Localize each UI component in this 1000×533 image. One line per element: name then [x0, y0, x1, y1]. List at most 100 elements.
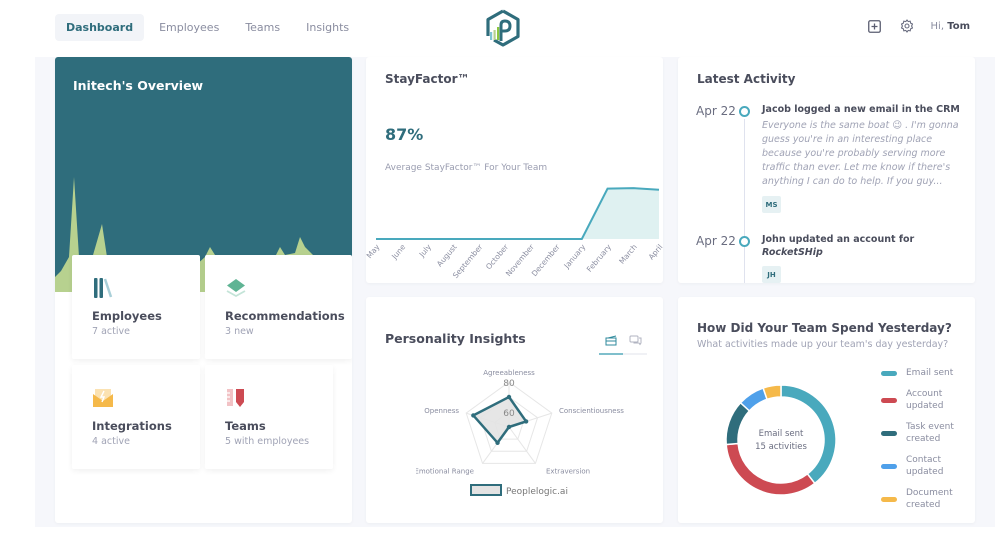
radar-axis [508, 426, 536, 464]
main-nav: Dashboard Employees Teams Insights [55, 14, 360, 41]
ruler-pencil-icon [225, 387, 247, 409]
activity-date: Apr 22 [696, 234, 736, 248]
nav-tab-teams[interactable]: Teams [234, 14, 291, 41]
legend-swatch [881, 397, 897, 403]
chart-icon [605, 331, 617, 350]
x-tick-label: October [484, 242, 511, 271]
activities-donut-chart: Email sent 15 activities [725, 384, 837, 496]
tile-teams[interactable]: Teams 5 with employees [205, 365, 333, 469]
legend-label: Account updated [906, 389, 944, 411]
activity-badge[interactable]: MS [762, 196, 781, 213]
radar-point [471, 413, 476, 418]
personality-insights-card: Personality Insights Agreeableness Consci… [366, 297, 663, 523]
x-tick-label: February [585, 242, 614, 274]
radar-axis-label: Agreeableness [483, 369, 535, 377]
legend-swatch [881, 370, 897, 376]
stayfactor-title: StayFactor™ [385, 72, 470, 86]
gear-icon[interactable] [899, 18, 915, 34]
tile-subtitle: 4 active [92, 436, 130, 447]
dashboard-content: Initech's Overview Employees 7 active Re… [35, 57, 995, 527]
user-controls: Hi, Tom [867, 18, 970, 34]
x-tick-label: April [647, 243, 663, 262]
stayfactor-chart: May June July AugustSeptember OctoberNovembe… [366, 187, 663, 280]
tile-subtitle: 7 active [92, 326, 130, 337]
radar-point [506, 394, 512, 400]
activity-account-name: RocketSHip [762, 247, 823, 258]
radar-axis-label: Extraversion [546, 467, 590, 475]
legend-item[interactable]: Contact updated [881, 454, 971, 478]
activity-body: Everyone is the same boat 😉 . I'm gonna … [762, 120, 959, 187]
team-activities-subtitle: What activities made up your team's day … [697, 339, 949, 350]
legend-item[interactable]: Document created [881, 487, 971, 511]
tile-title: Employees [92, 309, 162, 323]
plus-square-icon[interactable] [867, 18, 883, 34]
personality-radar-chart: Agreeableness Conscientiousness Extraversi… [416, 369, 624, 497]
tile-title: Teams [225, 419, 266, 433]
nav-tab-insights[interactable]: Insights [295, 14, 360, 41]
radar-tick-label: 60 [503, 409, 515, 419]
legend-label: Email sent [906, 368, 954, 378]
x-tick-label: March [617, 242, 639, 265]
legend-item[interactable]: Email sent [881, 367, 971, 379]
stayfactor-subtitle: Average StayFactor™ For Your Team [385, 163, 548, 173]
legend-item[interactable]: Account updated [881, 388, 971, 412]
books-icon [92, 277, 114, 299]
activity-headline[interactable]: Jacob logged a new email in the CRM [762, 103, 962, 116]
legend-item[interactable]: Task event created [881, 421, 971, 445]
donut-center-value: 15 activities [755, 442, 807, 452]
donut-legend: Email sent Account updated Task event crea… [881, 367, 971, 520]
chat-icon [629, 331, 642, 350]
activity-date: Apr 22 [696, 104, 736, 118]
x-tick-label: August [435, 242, 459, 268]
overview-title: Initech's Overview [73, 78, 204, 93]
user-name: Tom [947, 20, 970, 32]
legend-swatch [881, 463, 897, 469]
stayfactor-area [376, 188, 659, 239]
radar-point [523, 419, 529, 424]
stayfactor-value: 87% [385, 125, 424, 144]
nav-tab-dashboard[interactable]: Dashboard [55, 14, 145, 41]
activity-title: Latest Activity [697, 72, 796, 86]
activity-badge[interactable]: JH [762, 266, 781, 283]
stayfactor-card: StayFactor™ 87% Average StayFactor™ For … [366, 57, 663, 283]
timeline-dot-icon [739, 236, 750, 247]
x-tick-label: June [389, 242, 407, 261]
radar-point [506, 424, 512, 430]
layers-icon [225, 277, 247, 299]
donut-slice [725, 401, 751, 446]
greeting-prefix: Hi, [930, 20, 945, 32]
radar-tick-label: 80 [503, 379, 515, 389]
tab-chart-view[interactable] [599, 331, 623, 355]
legend-swatch [470, 484, 502, 496]
x-tick-label: January [562, 242, 588, 271]
team-activities-card: How Did Your Team Spend Yesterday? What … [678, 297, 975, 523]
legend-label: Task event created [906, 422, 954, 444]
logo-icon[interactable] [484, 8, 522, 48]
tile-employees[interactable]: Employees 7 active [72, 255, 200, 359]
top-navigation-bar: Dashboard Employees Teams Insights Hi, T… [0, 0, 1000, 57]
user-greeting[interactable]: Hi, Tom [931, 21, 970, 32]
tile-subtitle: 5 with employees [225, 436, 310, 447]
latest-activity-card: Latest Activity Apr 22 Jacob logged a ne… [678, 57, 975, 283]
tile-title: Recommendations [225, 309, 345, 323]
x-tick-label: May [366, 242, 382, 260]
timeline-line [744, 119, 745, 283]
personality-view-tabs [599, 331, 647, 355]
team-activities-title: How Did Your Team Spend Yesterday? [697, 321, 952, 335]
activity-headline-text: John updated an account for [762, 234, 915, 245]
legend-swatch [881, 430, 897, 436]
x-tick-label: July [417, 242, 434, 259]
personality-title: Personality Insights [385, 331, 526, 346]
donut-slice [762, 384, 782, 401]
radar-axis-label: Openness [424, 407, 459, 415]
activity-headline[interactable]: John updated an account for RocketSHip [762, 233, 962, 259]
radar-point [495, 440, 500, 445]
legend-swatch [881, 496, 897, 502]
radar-axis-label: Conscientiousness [559, 407, 624, 415]
donut-center-label: Email sent [759, 429, 804, 439]
tile-recommendations[interactable]: Recommendations 3 new [205, 255, 352, 359]
tab-chat-view[interactable] [623, 331, 647, 355]
tile-integrations[interactable]: Integrations 4 active [72, 365, 200, 469]
radar-axis-label: Emotional Range [416, 467, 474, 475]
nav-tab-employees[interactable]: Employees [148, 14, 230, 41]
